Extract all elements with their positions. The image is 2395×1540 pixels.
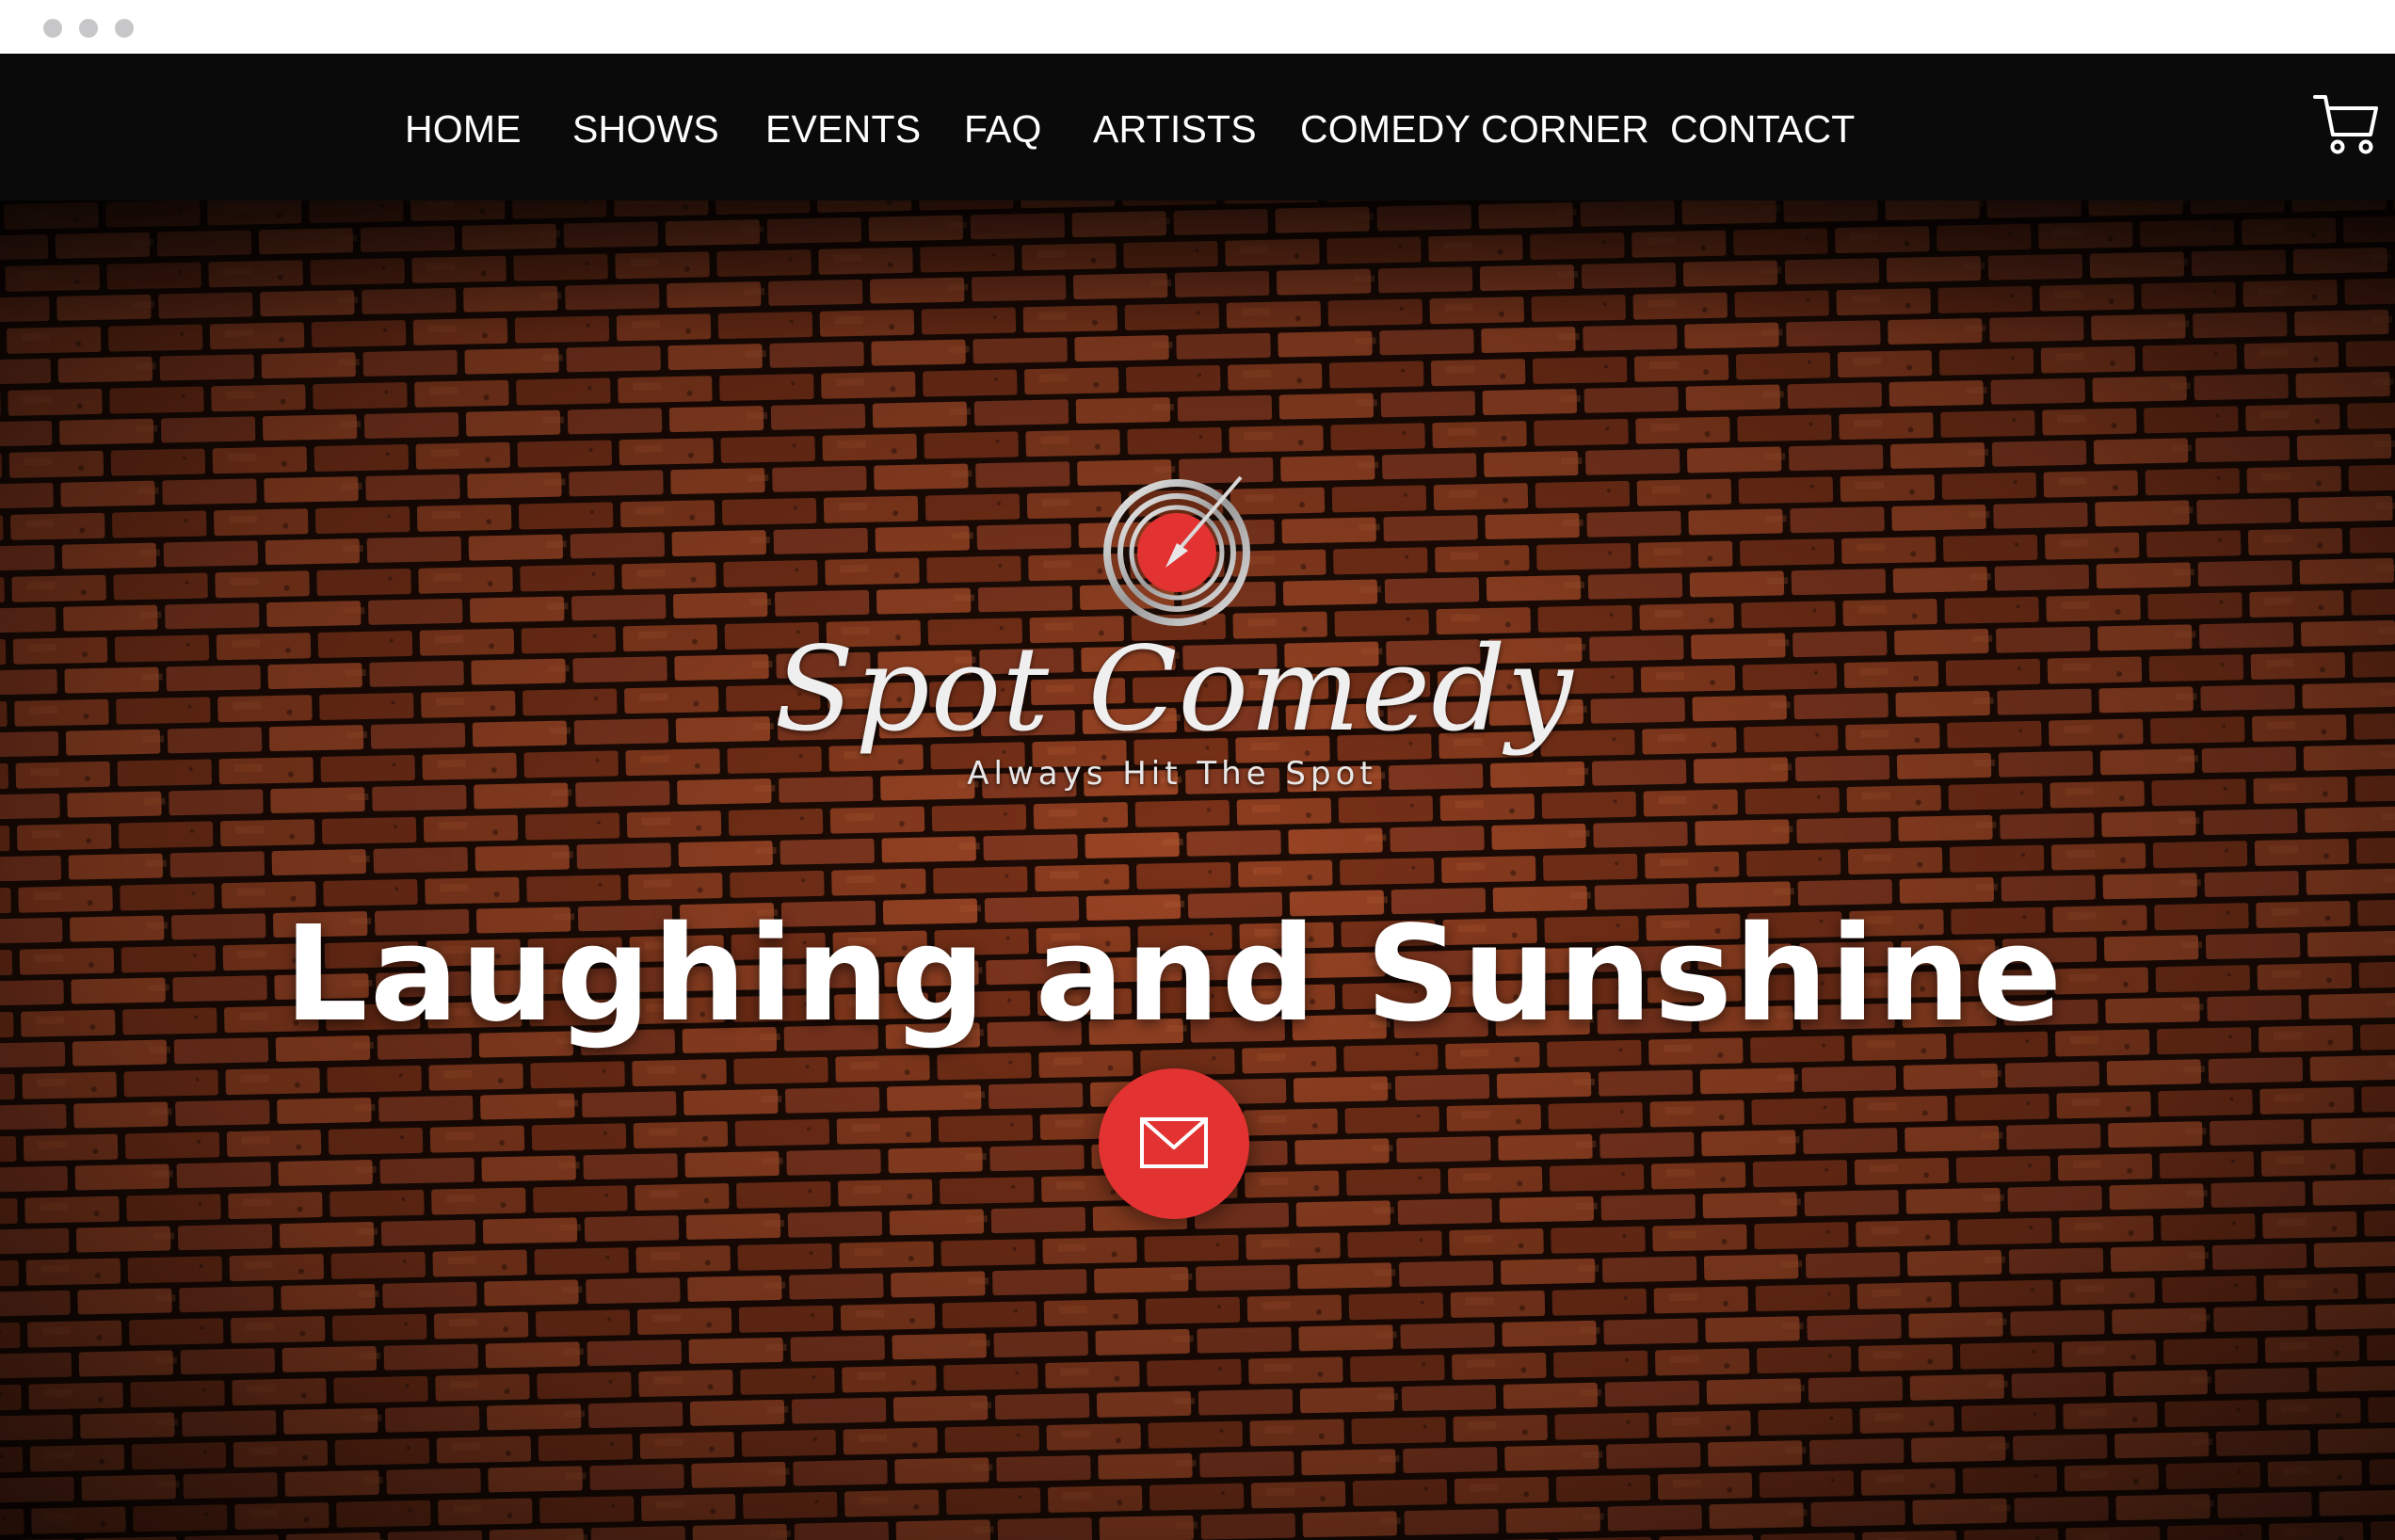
envelope-icon [1140, 1117, 1208, 1168]
window-zoom-dot[interactable] [115, 19, 134, 38]
nav-events[interactable]: EVENTS [765, 99, 921, 159]
target-arrow-icon [1098, 466, 1258, 626]
hero-headline: Laughing and Sunshine [283, 898, 2065, 1051]
browser-titlebar [0, 0, 2395, 54]
nav-contact[interactable]: CONTACT [1670, 99, 1856, 159]
brick-wall-background [0, 201, 2395, 1540]
main-navigation: HOME SHOWS EVENTS FAQ ARTISTS COMEDY COR… [0, 54, 2395, 201]
contact-mail-button[interactable] [1099, 1068, 1249, 1219]
brand-tagline: Always Hit The Spot [967, 755, 1377, 793]
window-minimize-dot[interactable] [79, 19, 98, 38]
nav-faq[interactable]: FAQ [964, 99, 1042, 159]
nav-shows[interactable]: SHOWS [572, 99, 719, 159]
hero-section: Spot Comedy Always Hit The Spot Laughing… [0, 201, 2395, 1540]
window-close-dot[interactable] [43, 19, 62, 38]
brand-name: Spot Comedy [774, 622, 1574, 758]
shopping-cart-icon[interactable] [2312, 89, 2380, 157]
nav-comedy-corner[interactable]: COMEDY CORNER [1300, 99, 1649, 159]
nav-home[interactable]: HOME [405, 99, 522, 159]
nav-artists[interactable]: ARTISTS [1093, 99, 1257, 159]
